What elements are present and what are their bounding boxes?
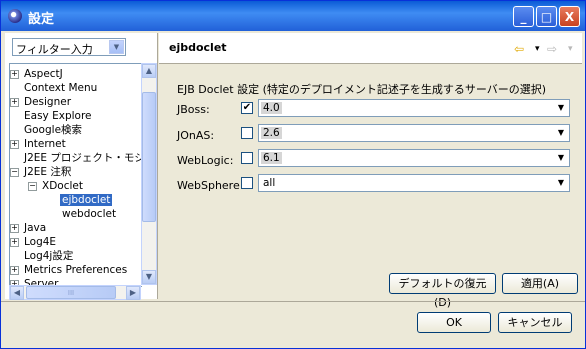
tree-item-easy-explore[interactable]: Easy Explore (24, 109, 92, 123)
cancel-button[interactable]: キャンセル (498, 312, 572, 333)
tree-item-aspectj[interactable]: + AspectJ (10, 67, 63, 81)
tree-item-log4j[interactable]: Log4j設定 (24, 249, 73, 263)
tree-item-j2ee-project[interactable]: J2EE プロジェクト・モジ (24, 151, 142, 165)
vertical-scroll-thumb[interactable] (142, 92, 156, 222)
jboss-version-value: 4.0 (261, 102, 282, 114)
chevron-down-icon[interactable]: ▼ (555, 127, 567, 139)
weblogic-checkbox[interactable] (241, 152, 253, 164)
page-title: ejbdoclet (169, 41, 227, 54)
preferences-window: 設定 _ □ X フィルター入力 ▼ + AspectJ Context Men… (0, 0, 586, 349)
tree-item-internet[interactable]: + Internet (10, 137, 66, 151)
expand-icon[interactable]: + (10, 98, 19, 107)
jboss-checkbox[interactable]: ✔ (241, 102, 253, 114)
filter-input[interactable]: フィルター入力 (16, 41, 93, 57)
filter-combo[interactable]: フィルター入力 ▼ (12, 38, 126, 56)
jonas-label: JOnAS: (177, 129, 215, 142)
back-history-dropdown-icon[interactable]: ▾ (535, 44, 540, 54)
tree-horizontal-scrollbar[interactable]: ◀ III ▶ (9, 285, 141, 300)
expand-icon[interactable]: + (10, 224, 19, 233)
weblogic-label: WebLogic: (177, 154, 234, 167)
back-arrow-icon[interactable]: ⇦ (514, 42, 524, 56)
close-button[interactable]: X (559, 6, 580, 27)
tree-item-designer[interactable]: + Designer (10, 95, 71, 109)
chevron-down-icon[interactable]: ▼ (555, 102, 567, 114)
websphere-checkbox[interactable] (241, 177, 253, 189)
forward-history-dropdown-icon[interactable]: ▾ (568, 44, 573, 54)
filter-dropdown-button[interactable]: ▼ (109, 40, 124, 54)
tree-item-webdoclet[interactable]: webdoclet (62, 207, 116, 221)
preference-page: ejbdoclet ⇦ ▾ ⇨ ▾ EJB Doclet 設定 (特定のデプロイ… (159, 33, 582, 309)
scroll-up-icon[interactable]: ▲ (142, 64, 156, 78)
expand-icon[interactable]: + (10, 140, 19, 149)
maximize-button[interactable]: □ (536, 6, 557, 27)
forward-arrow-icon[interactable]: ⇨ (547, 42, 557, 56)
tree-item-metrics[interactable]: + Metrics Preferences (10, 263, 127, 277)
horizontal-scroll-thumb[interactable]: III (26, 286, 116, 299)
jonas-version-value: 2.6 (261, 127, 282, 139)
expand-icon[interactable]: + (10, 266, 19, 275)
restore-defaults-button[interactable]: デフォルトの復元(D) (389, 273, 496, 309)
window-title: 設定 (28, 12, 55, 27)
websphere-version-select[interactable]: all ▼ (258, 174, 570, 192)
jboss-version-select[interactable]: 4.0 ▼ (258, 99, 570, 117)
scroll-left-icon[interactable]: ◀ (10, 286, 24, 300)
title-bar[interactable]: 設定 _ □ X (1, 1, 585, 31)
expand-icon[interactable]: + (10, 70, 19, 79)
websphere-label: WebSphere: (177, 179, 244, 192)
preference-tree: + AspectJ Context Menu + Designer Easy E… (9, 63, 142, 287)
preference-tree-panel: フィルター入力 ▼ + AspectJ Context Menu + Desig… (5, 33, 158, 300)
tree-item-context-menu[interactable]: Context Menu (24, 81, 97, 95)
server-selection-label: EJB Doclet 設定 (特定のデプロイメント記述子を生成するサーバーの選択… (177, 83, 547, 96)
tree-item-j2ee-annotation[interactable]: − J2EE 注釈 (10, 165, 71, 179)
websphere-version-value: all (263, 177, 276, 189)
minimize-button[interactable]: _ (513, 6, 534, 27)
jboss-label: JBoss: (177, 103, 210, 116)
tree-item-google[interactable]: Google検索 (24, 123, 82, 137)
apply-button[interactable]: 適用(A) (502, 273, 578, 294)
expand-icon[interactable]: + (10, 238, 19, 247)
jonas-checkbox[interactable] (241, 127, 253, 139)
weblogic-version-value: 6.1 (261, 152, 282, 164)
tree-item-ejbdoclet[interactable]: ejbdoclet (60, 193, 113, 207)
weblogic-version-select[interactable]: 6.1 ▼ (258, 149, 570, 167)
chevron-down-icon[interactable]: ▼ (555, 177, 567, 189)
ok-button[interactable]: OK (417, 312, 491, 333)
tree-item-log4e[interactable]: + Log4E (10, 235, 56, 249)
scroll-down-icon[interactable]: ▼ (142, 270, 156, 284)
tree-item-xdoclet[interactable]: − XDoclet (28, 179, 83, 193)
collapse-icon[interactable]: − (28, 182, 37, 191)
tree-item-java[interactable]: + Java (10, 221, 46, 235)
footer-divider (1, 301, 585, 302)
scroll-right-icon[interactable]: ▶ (126, 286, 140, 300)
jonas-version-select[interactable]: 2.6 ▼ (258, 124, 570, 142)
chevron-down-icon[interactable]: ▼ (555, 152, 567, 164)
collapse-icon[interactable]: − (10, 168, 19, 177)
tree-vertical-scrollbar[interactable]: ▲ ▼ (141, 63, 157, 285)
page-header: ejbdoclet ⇦ ▾ ⇨ ▾ (159, 33, 582, 64)
eclipse-icon (8, 9, 22, 23)
